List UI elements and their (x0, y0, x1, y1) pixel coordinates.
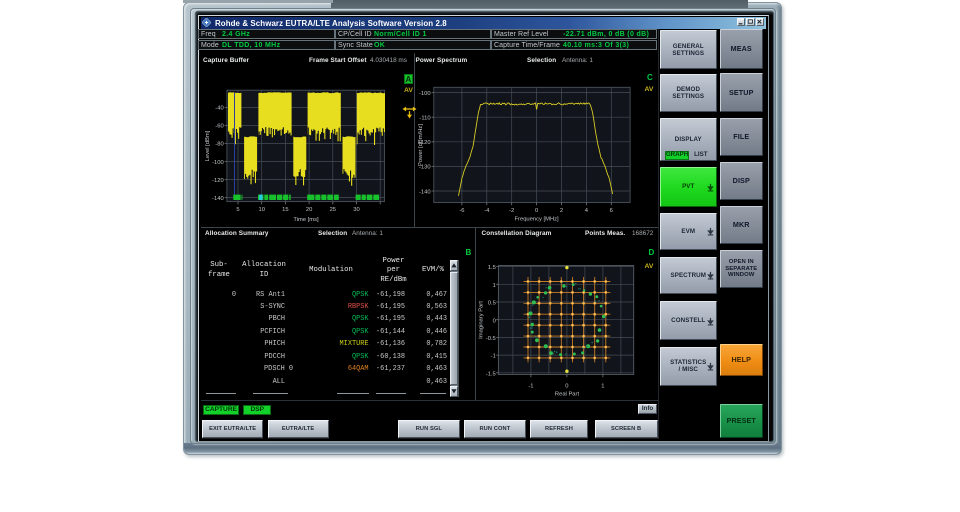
svg-text:-140: -140 (419, 189, 431, 195)
svg-text:2: 2 (560, 208, 563, 214)
svg-text:0: 0 (493, 318, 496, 324)
svg-text:-1.5: -1.5 (486, 371, 496, 377)
svg-text:6: 6 (610, 208, 613, 214)
svg-text:-80: -80 (215, 142, 223, 148)
svg-text:1: 1 (493, 283, 496, 289)
svg-text:Level [dBm]: Level [dBm] (205, 130, 211, 161)
svg-text:-1: -1 (528, 384, 533, 390)
svg-text:-140: -140 (212, 196, 224, 202)
svg-text:1.5: 1.5 (488, 265, 496, 271)
svg-text:-100: -100 (419, 91, 431, 97)
svg-text:10: 10 (258, 207, 264, 213)
svg-text:4: 4 (585, 208, 589, 214)
svg-text:-6: -6 (459, 208, 464, 214)
svg-text:5: 5 (236, 207, 239, 213)
svg-text:Time [ms]: Time [ms] (293, 217, 319, 223)
svg-text:-1: -1 (491, 354, 496, 360)
svg-text:-110: -110 (419, 116, 430, 122)
svg-text:-40: -40 (215, 106, 223, 112)
svg-text:-0.5: -0.5 (486, 336, 496, 342)
svg-text:Real Part: Real Part (555, 392, 580, 398)
svg-text:20: 20 (306, 207, 312, 213)
svg-text:1: 1 (601, 384, 604, 390)
svg-text:-4: -4 (484, 208, 490, 214)
svg-text:-60: -60 (215, 124, 223, 130)
svg-text:25: 25 (330, 207, 336, 213)
svg-text:30: 30 (353, 207, 359, 213)
svg-text:-100: -100 (212, 160, 224, 166)
svg-text:0: 0 (535, 208, 538, 214)
svg-text:Imaginary Part: Imaginary Part (479, 301, 485, 339)
svg-text:Power [dBm/Hz]: Power [dBm/Hz] (418, 124, 424, 166)
svg-text:-120: -120 (212, 178, 224, 184)
svg-text:15: 15 (282, 207, 288, 213)
svg-text:-2: -2 (509, 208, 514, 214)
svg-text:Frequency [MHz]: Frequency [MHz] (515, 217, 560, 223)
svg-text:0.5: 0.5 (488, 301, 496, 307)
svg-text:0: 0 (565, 384, 568, 390)
